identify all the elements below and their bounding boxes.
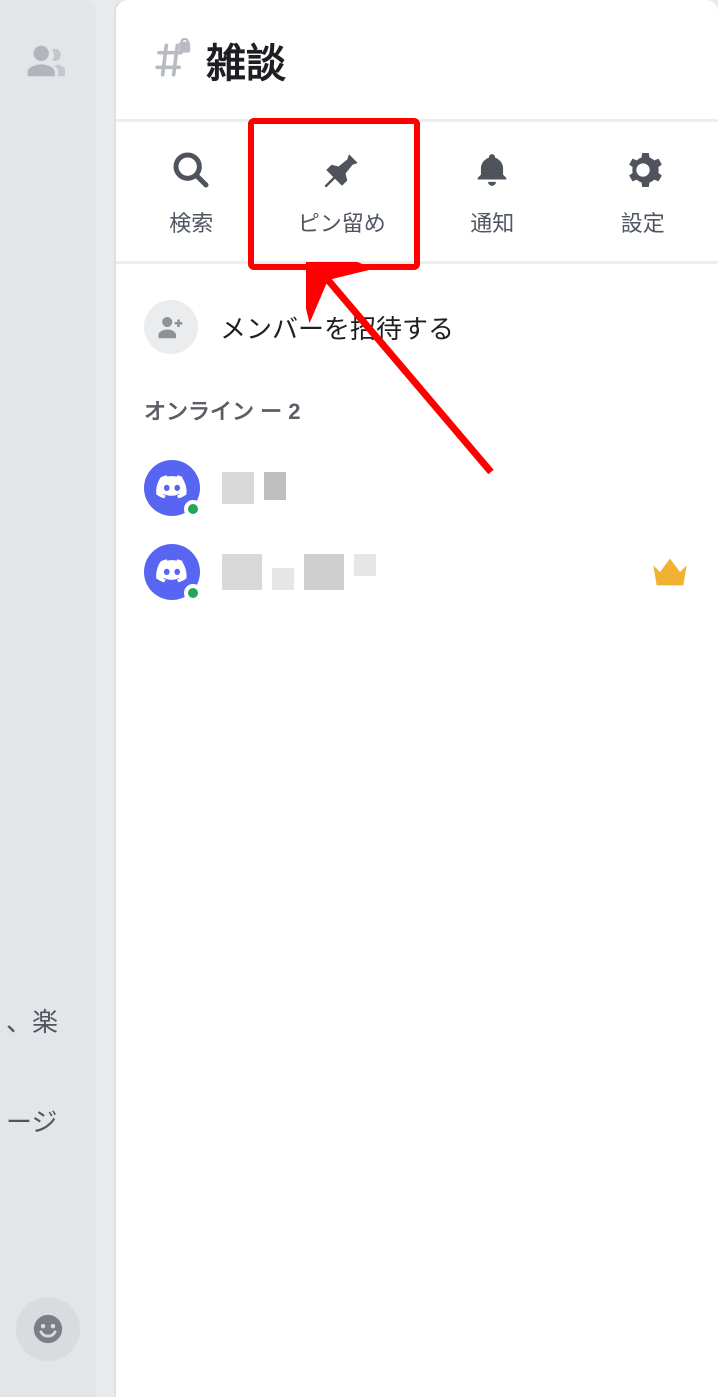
left-sidebar: 、楽 ージ <box>0 0 96 1397</box>
truncated-text-2: ージ <box>0 1102 96 1139</box>
search-icon <box>171 146 211 194</box>
tab-pins-label: ピン留め <box>298 206 386 238</box>
tab-pins[interactable]: ピン留め <box>267 122 418 261</box>
channel-name: 雑談 <box>206 31 286 89</box>
gear-icon <box>623 146 663 194</box>
channel-sidebar-panel: 雑談 検索 ピン留め <box>116 0 718 1397</box>
member-name-redacted <box>222 472 286 504</box>
online-section-header: オンライン ー 2 <box>144 394 690 426</box>
tab-notifications-label: 通知 <box>470 206 514 238</box>
tab-notifications[interactable]: 通知 <box>417 122 568 261</box>
emoji-button[interactable] <box>16 1297 80 1361</box>
status-online-icon <box>184 500 202 518</box>
bell-icon <box>473 146 511 194</box>
tab-search[interactable]: 検索 <box>116 122 267 261</box>
crown-icon <box>650 555 690 589</box>
avatar <box>144 544 200 600</box>
pin-icon <box>321 146 363 194</box>
truncated-text-1: 、楽 <box>0 1002 96 1039</box>
member-row[interactable] <box>144 530 690 614</box>
member-name-redacted <box>222 554 376 590</box>
member-silhouette-icon[interactable] <box>27 44 69 78</box>
avatar <box>144 460 200 516</box>
hash-lock-icon <box>148 38 192 82</box>
tab-settings[interactable]: 設定 <box>568 122 718 261</box>
column-gap <box>96 0 116 1397</box>
invite-label: メンバーを招待する <box>220 309 454 346</box>
member-row[interactable] <box>144 446 690 530</box>
channel-header: 雑談 <box>116 0 718 122</box>
tab-settings-label: 設定 <box>621 206 665 238</box>
status-online-icon <box>184 584 202 602</box>
tab-search-label: 検索 <box>169 206 213 238</box>
member-list-content: メンバーを招待する オンライン ー 2 <box>116 264 718 1397</box>
tab-bar: 検索 ピン留め 通知 <box>116 122 718 264</box>
invite-members-button[interactable]: メンバーを招待する <box>144 288 690 376</box>
invite-icon <box>144 300 198 354</box>
